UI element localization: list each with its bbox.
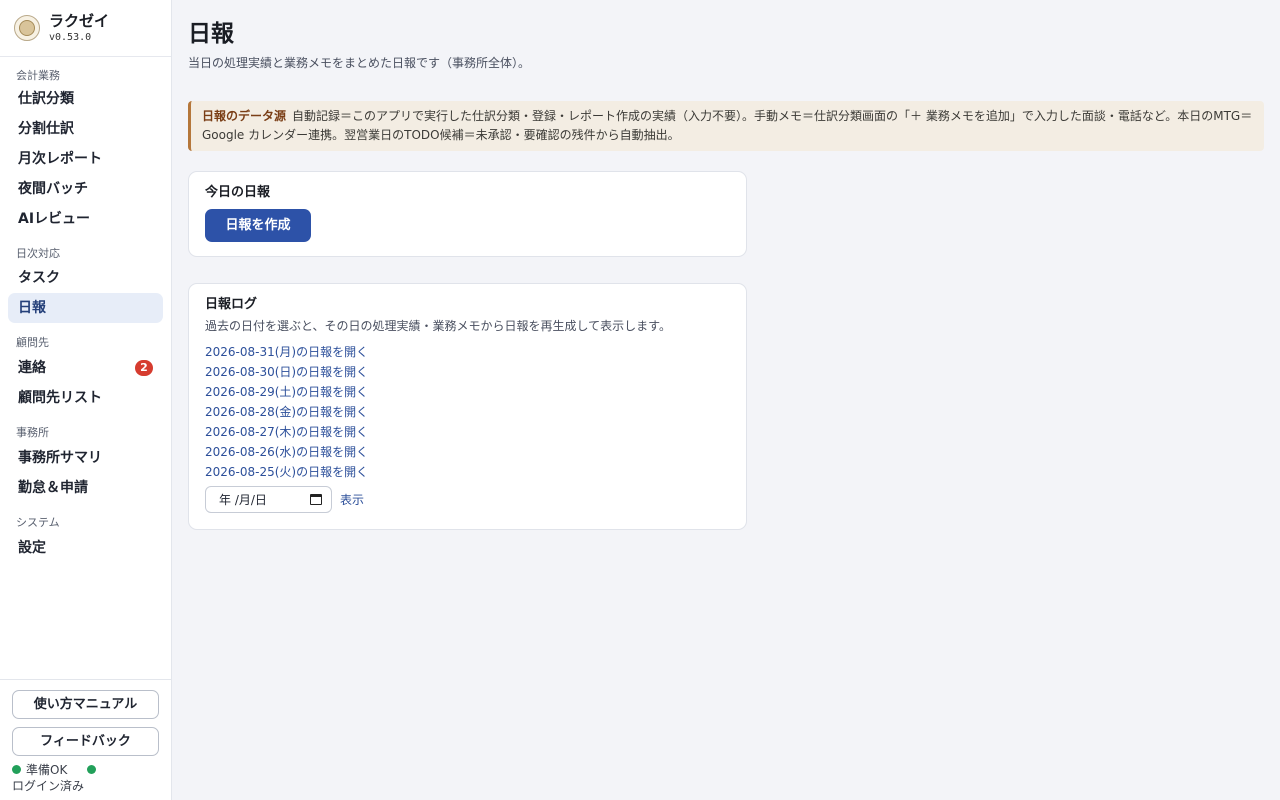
open-report-link[interactable]: 2026-08-31(月)の日報を開く <box>205 345 368 359</box>
sidebar-item-ai-review[interactable]: AIレビュー <box>8 204 163 234</box>
app-logo <box>14 15 40 41</box>
section-label-office: 事務所 <box>16 426 49 439</box>
sidebar-item-attendance[interactable]: 勤怠＆申請 <box>8 473 163 503</box>
sidebar-item-journal-classify[interactable]: 仕訳分類 <box>8 84 163 114</box>
sidebar-item-daily-report[interactable]: 日報 <box>8 293 163 323</box>
report-log-title: 日報ログ <box>205 297 258 312</box>
connection-dot-icon <box>87 764 97 774</box>
app-version: v0.53.0 <box>49 32 92 43</box>
calendar-icon[interactable] <box>310 494 322 505</box>
open-report-link[interactable]: 2026-08-28(金)の日報を開く <box>205 405 368 419</box>
open-report-link[interactable]: 2026-08-25(火)の日報を開く <box>205 465 368 479</box>
date-input-placeholder: 年 /月/日 <box>219 493 267 507</box>
sidebar-item-contact[interactable]: 連絡 2 <box>8 353 163 383</box>
date-input[interactable]: 年 /月/日 <box>205 486 332 513</box>
feedback-button[interactable]: フィードバック <box>12 727 159 756</box>
today-report-title: 今日の日報 <box>205 185 271 200</box>
unread-count-badge: 2 <box>135 360 153 376</box>
sidebar-item-monthly-report[interactable]: 月次レポート <box>8 144 163 174</box>
report-log-list: 2026-08-31(月)の日報を開く 2026-08-30(日)の日報を開く … <box>205 341 730 481</box>
app-name: ラクゼイ <box>49 12 110 30</box>
today-report-card: 今日の日報 日報を作成 <box>188 171 747 257</box>
open-report-link[interactable]: 2026-08-29(土)の日報を開く <box>205 385 368 399</box>
list-item: 2026-08-26(水)の日報を開く <box>205 441 730 461</box>
section-label-accounting: 会計業務 <box>16 69 60 82</box>
manual-button[interactable]: 使い方マニュアル <box>12 690 159 719</box>
report-log-description: 過去の日付を選ぶと、その日の処理実績・業務メモから日報を再生成して表示します。 <box>205 319 671 333</box>
brand: ラクゼイ v0.53.0 <box>0 0 171 57</box>
open-report-link[interactable]: 2026-08-27(木)の日報を開く <box>205 425 368 439</box>
data-source-notice: 日報のデータ源 自動記録＝このアプリで実行した仕訳分類・登録・レポート作成の実績（… <box>188 101 1264 151</box>
sidebar-item-split-journal[interactable]: 分割仕訳 <box>8 114 163 144</box>
sidebar-item-night-batch[interactable]: 夜間バッチ <box>8 174 163 204</box>
page-title: 日報 <box>188 21 234 47</box>
section-label-daily: 日次対応 <box>16 247 60 260</box>
report-log-card: 日報ログ 過去の日付を選ぶと、その日の処理実績・業務メモから日報を再生成して表示… <box>188 283 747 530</box>
show-report-link[interactable]: 表示 <box>340 491 364 508</box>
section-label-system: システム <box>16 516 60 529</box>
list-item: 2026-08-29(土)の日報を開く <box>205 381 730 401</box>
sidebar: ラクゼイ v0.53.0 会計業務 仕訳分類 分割仕訳 月次レポート 夜間バッチ… <box>0 0 172 800</box>
sidebar-nav: 会計業務 仕訳分類 分割仕訳 月次レポート 夜間バッチ AIレビュー 日次対応 … <box>0 69 171 563</box>
status-dot-icon <box>12 764 21 774</box>
login-status: ログイン済み <box>12 779 85 793</box>
list-item: 2026-08-27(木)の日報を開く <box>205 421 730 441</box>
list-item: 2026-08-30(日)の日報を開く <box>205 361 730 381</box>
create-report-button[interactable]: 日報を作成 <box>205 209 311 242</box>
status-text: 準備OK <box>26 762 68 777</box>
sidebar-item-tasks[interactable]: タスク <box>8 263 163 293</box>
sidebar-item-office-summary[interactable]: 事務所サマリ <box>8 443 163 473</box>
list-item: 2026-08-31(月)の日報を開く <box>205 341 730 361</box>
notice-body: 自動記録＝このアプリで実行した仕訳分類・登録・レポート作成の実績（入力不要）。手… <box>202 109 1253 142</box>
sidebar-footer: 使い方マニュアル フィードバック 準備OK ログイン済み <box>0 679 171 800</box>
status-indicator: 準備OK <box>12 762 159 777</box>
notice-title: 日報のデータ源 <box>202 109 287 123</box>
date-picker-row: 年 /月/日 表示 <box>205 486 730 513</box>
sidebar-item-client-list[interactable]: 顧問先リスト <box>8 383 163 413</box>
open-report-link[interactable]: 2026-08-30(日)の日報を開く <box>205 365 368 379</box>
sidebar-item-contact-label: 連絡 <box>18 360 46 376</box>
list-item: 2026-08-25(火)の日報を開く <box>205 461 730 481</box>
list-item: 2026-08-28(金)の日報を開く <box>205 401 730 421</box>
section-label-clients: 顧問先 <box>16 336 49 349</box>
sidebar-item-settings[interactable]: 設定 <box>8 533 163 563</box>
open-report-link[interactable]: 2026-08-26(水)の日報を開く <box>205 445 368 459</box>
page-subtitle: 当日の処理実績と業務メモをまとめた日報です（事務所全体）。 <box>188 56 531 70</box>
